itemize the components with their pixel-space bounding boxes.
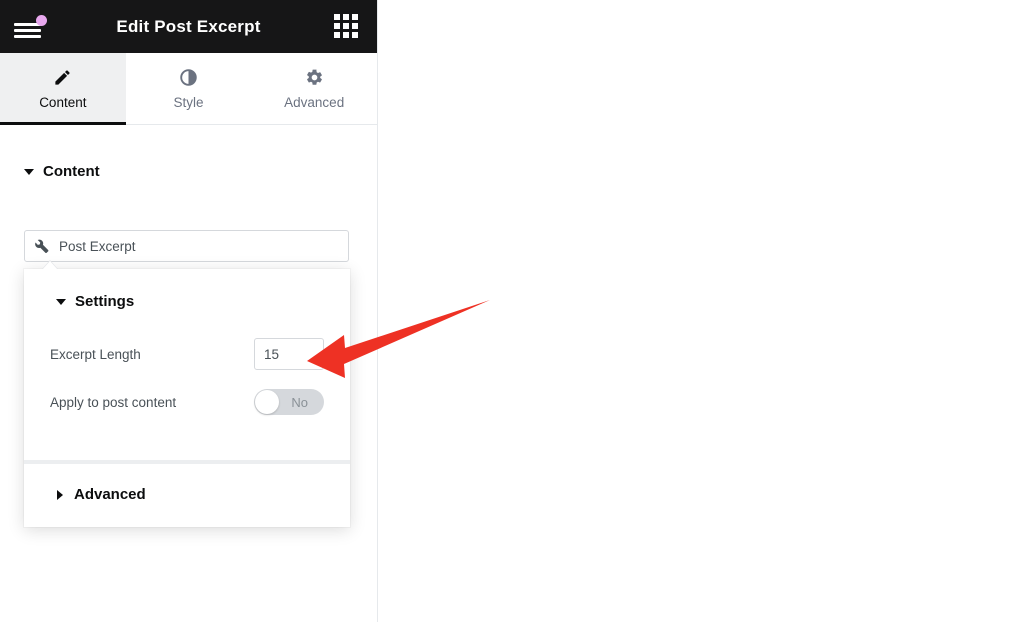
apply-to-post-content-label: Apply to post content bbox=[50, 394, 177, 410]
toggle-knob bbox=[255, 390, 279, 414]
popup-pointer-caret-icon bbox=[42, 261, 58, 270]
section-header-settings[interactable]: Settings bbox=[24, 293, 350, 310]
hamburger-line bbox=[14, 35, 41, 38]
grid-cell bbox=[352, 23, 358, 29]
page-title: Edit Post Excerpt bbox=[116, 17, 261, 36]
grid-cell bbox=[334, 23, 340, 29]
grid-cell bbox=[334, 32, 340, 38]
section-title-advanced: Advanced bbox=[74, 486, 146, 503]
popup-settings-block: Settings Excerpt Length Apply to post co… bbox=[24, 269, 350, 460]
section-header-advanced[interactable]: Advanced bbox=[24, 486, 350, 503]
excerpt-length-label: Excerpt Length bbox=[50, 346, 141, 362]
caret-down-icon bbox=[56, 298, 66, 305]
wrench-icon bbox=[35, 239, 49, 253]
caret-right-icon bbox=[57, 489, 63, 500]
panel-body: Content Post Excerpt Settings Excerpt Le… bbox=[0, 125, 377, 623]
tab-advanced-label: Advanced bbox=[284, 95, 345, 111]
grid-cell bbox=[352, 14, 358, 20]
tab-content[interactable]: Content bbox=[0, 53, 126, 125]
control-row-apply-to-post-content: Apply to post content No bbox=[24, 386, 350, 418]
panel-tabs: Content Style Advanced bbox=[0, 53, 377, 125]
dynamic-tag-settings-popup: Settings Excerpt Length Apply to post co… bbox=[24, 269, 350, 527]
tab-style[interactable]: Style bbox=[126, 53, 252, 124]
tab-advanced[interactable]: Advanced bbox=[251, 53, 377, 124]
control-row-excerpt-length: Excerpt Length bbox=[24, 338, 350, 370]
grid-cell bbox=[343, 14, 349, 20]
dynamic-tag-field[interactable]: Post Excerpt bbox=[24, 230, 349, 262]
panel-header: Edit Post Excerpt bbox=[0, 0, 377, 53]
editor-canvas-area bbox=[378, 0, 1024, 622]
toggle-value-label: No bbox=[291, 394, 308, 410]
grid-cell bbox=[343, 32, 349, 38]
notification-dot-icon bbox=[36, 15, 47, 26]
section-header-content[interactable]: Content bbox=[24, 163, 100, 180]
popup-advanced-block: Advanced bbox=[24, 464, 350, 527]
editor-panel: Edit Post Excerpt Content Style Advanced… bbox=[0, 0, 377, 623]
gear-icon bbox=[305, 67, 324, 87]
tab-style-label: Style bbox=[173, 95, 204, 111]
dynamic-tag-label: Post Excerpt bbox=[59, 238, 136, 254]
hamburger-menu-icon[interactable] bbox=[12, 12, 47, 42]
section-title-content: Content bbox=[43, 163, 100, 180]
caret-down-icon bbox=[24, 168, 34, 175]
panel-divider bbox=[377, 0, 378, 622]
section-title-settings: Settings bbox=[75, 293, 135, 310]
pencil-icon bbox=[53, 67, 72, 87]
excerpt-length-input[interactable] bbox=[254, 338, 324, 370]
grid-cell bbox=[343, 23, 349, 29]
grid-cell bbox=[352, 32, 358, 38]
grid-cell bbox=[334, 14, 340, 20]
tab-content-label: Content bbox=[39, 95, 87, 111]
hamburger-line bbox=[14, 29, 41, 32]
grid-apps-icon[interactable] bbox=[334, 14, 359, 39]
apply-to-post-content-toggle[interactable]: No bbox=[254, 389, 324, 415]
half-circle-icon bbox=[179, 67, 198, 87]
